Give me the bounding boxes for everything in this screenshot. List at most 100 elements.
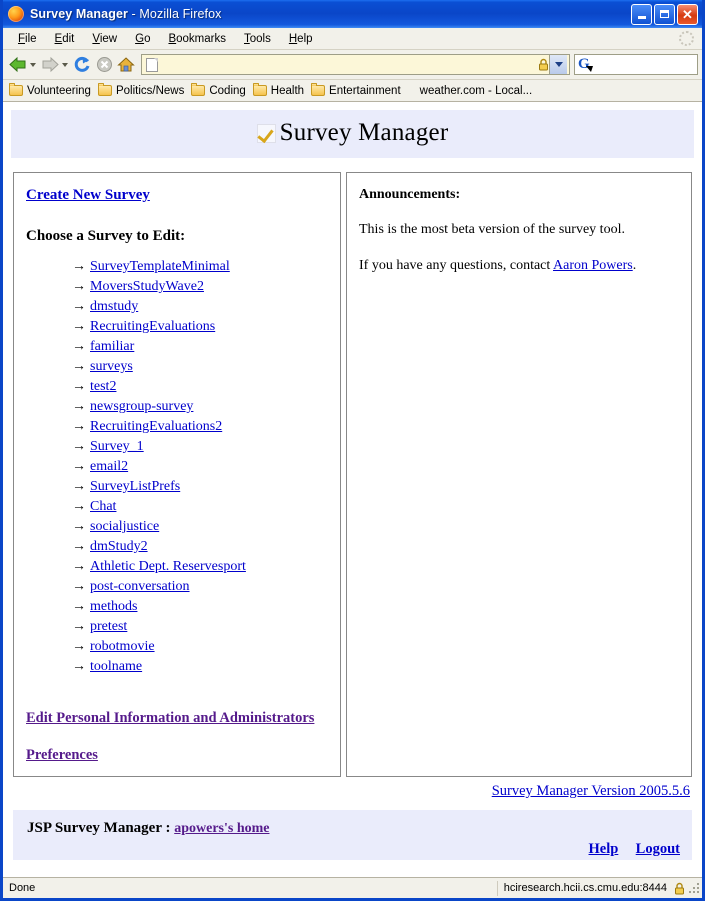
survey-link[interactable]: SurveyTemplateMinimal [90,259,230,274]
menu-tools-label: ools [249,32,271,45]
panels-row: Create New Survey Choose a Survey to Edi… [13,172,692,777]
arrow-icon: → [72,539,86,554]
search-bar[interactable]: G [574,54,698,75]
list-item: → dmstudy [72,297,328,317]
list-item: → Survey_1 [72,437,328,457]
menu-help-accesskey: H [288,32,298,45]
google-g-icon[interactable]: G [577,57,593,72]
arrow-icon: → [72,459,86,474]
survey-manager-version-link[interactable]: Survey Manager Version 2005.5.6 [492,783,690,799]
page-icon [146,57,158,72]
status-padlock-icon [673,881,686,896]
user-home-link[interactable]: apowers's home [174,821,269,836]
survey-link[interactable]: pretest [90,619,127,634]
url-input[interactable] [161,58,537,71]
help-link[interactable]: Help [589,841,619,857]
arrow-icon: → [72,639,86,654]
forward-button[interactable] [39,54,61,76]
bookmark-folder-label: Politics/News [115,84,185,97]
bookmark-folder-entertainment[interactable]: Entertainment [311,83,401,97]
survey-link[interactable]: Chat [90,499,116,514]
arrow-icon: → [72,599,86,614]
stop-button[interactable] [93,54,115,76]
bookmark-label: weather.com - Local... [419,84,533,97]
menu-view-label: iew [99,32,118,45]
survey-link[interactable]: dmstudy [90,299,138,314]
close-button[interactable]: ✕ [677,3,698,25]
menu-help[interactable]: Help [280,31,322,47]
list-item: → MoversStudyWave2 [72,277,328,297]
folder-icon [97,83,112,96]
bookmark-weather-com[interactable]: weather.com - Local... [420,85,533,97]
bookmark-folder-politics-news[interactable]: Politics/News [97,83,185,97]
logout-link[interactable]: Logout [636,841,680,857]
survey-link[interactable]: SurveyListPrefs [90,479,180,494]
survey-link[interactable]: Survey_1 [90,439,144,454]
menu-go[interactable]: Go [126,31,159,47]
window-title-separator: - [127,7,140,21]
url-bar[interactable] [141,54,570,75]
survey-link[interactable]: email2 [90,459,128,474]
resize-grip[interactable] [688,881,700,895]
edit-personal-info-link[interactable]: Edit Personal Information and Administra… [26,710,314,727]
version-row: Survey Manager Version 2005.5.6 [3,783,690,800]
menu-view[interactable]: View [83,31,126,47]
window-title: Survey Manager - Mozilla Firefox [30,7,221,21]
page-content: Survey Manager Create New Survey Choose … [3,102,702,877]
back-button[interactable] [7,54,29,76]
menu-edit[interactable]: Edit [46,31,84,47]
menu-bookmarks[interactable]: Bookmarks [159,31,235,47]
bookmark-folder-volunteering[interactable]: Volunteering [9,83,91,97]
home-button[interactable] [115,54,137,76]
survey-link[interactable]: surveys [90,359,133,374]
announcements-heading: Announcements: [359,187,461,202]
list-item: → RecruitingEvaluations [72,317,328,337]
survey-link[interactable]: RecruitingEvaluations2 [90,419,222,434]
survey-link[interactable]: test2 [90,379,116,394]
navigation-toolbar: G [3,50,702,80]
create-new-survey-link[interactable]: Create New Survey [26,187,150,204]
minimize-button[interactable] [631,3,652,25]
announcement-paragraph-2: If you have any questions, contact Aaron… [359,257,679,275]
choose-survey-heading: Choose a Survey to Edit: [26,228,186,244]
search-input[interactable] [591,58,697,71]
forward-history-caret-icon[interactable] [62,62,68,67]
preferences-link[interactable]: Preferences [26,747,98,764]
list-item: → robotmovie [72,637,328,657]
arrow-icon: → [72,519,86,534]
window-title-app: Survey Manager [30,7,128,21]
survey-link[interactable]: newsgroup-survey [90,399,193,414]
bookmark-folder-coding[interactable]: Coding [191,83,246,97]
announcement-text-post: . [632,258,637,273]
menu-tools[interactable]: Tools [235,31,280,47]
list-item: → Athletic Dept. Reservesport [72,557,328,577]
survey-link[interactable]: MoversStudyWave2 [90,279,204,294]
survey-link[interactable]: toolname [90,659,142,674]
survey-link[interactable]: RecruitingEvaluations [90,319,215,334]
arrow-icon: → [72,659,86,674]
url-dropdown-button[interactable] [549,55,567,74]
bookmark-folder-label: Coding [209,84,246,97]
folder-icon [9,83,23,96]
reload-button[interactable] [71,54,93,76]
bookmark-folder-health[interactable]: Health [252,83,304,97]
back-history-caret-icon[interactable] [30,62,36,67]
survey-link[interactable]: robotmovie [90,639,155,654]
survey-link[interactable]: methods [90,599,137,614]
arrow-icon: → [72,259,86,274]
maximize-button[interactable] [654,3,675,25]
minimize-icon [637,16,646,19]
bookmark-folder-label: Volunteering [27,84,91,97]
arrow-icon: → [72,419,86,434]
survey-link[interactable]: socialjustice [90,519,159,534]
survey-link[interactable]: post-conversation [90,579,190,594]
page-banner: Survey Manager [11,110,694,158]
survey-link[interactable]: familiar [90,339,134,354]
arrow-icon: → [72,499,86,514]
aaron-powers-link[interactable]: Aaron Powers [553,258,633,273]
arrow-icon: → [72,439,86,454]
survey-link[interactable]: dmStudy2 [90,539,148,554]
survey-link[interactable]: Athletic Dept. Reservesport [90,559,246,574]
preferences-row: Preferences [26,747,328,764]
menu-file[interactable]: File [9,31,46,47]
